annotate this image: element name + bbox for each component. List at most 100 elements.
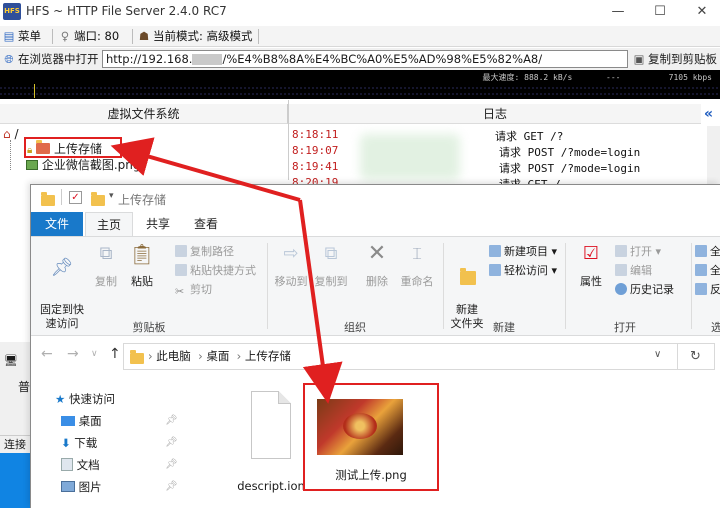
delete-icon: ✕ [367,241,387,266]
title-divider [61,189,62,205]
port-button[interactable]: ♀ 端口: 80 [58,28,119,45]
tab-file[interactable]: 文件 [31,212,83,236]
pin-icon: 📌︎ [50,257,74,278]
file-name: descript.ion [237,479,305,493]
nav-quick-access[interactable]: ★ 快速访问 [55,391,115,407]
hfs-url-bar: 🌐︎ 在浏览器中打开 http://192.168. /%E4%B8%8A%E4%B… [0,48,720,70]
pin-icon[interactable]: 📌︎ [165,459,178,470]
quick-access-dropdown-icon[interactable]: ▾ [109,191,114,201]
url-redaction [192,54,223,65]
address-dropdown-icon[interactable]: ∨ [654,349,661,360]
menu-button[interactable]: ▤ 菜单 [2,28,41,45]
graph-stats: 最大速度: 888.2 kB/s --- 7105 kbps [483,72,713,83]
desktop-icon [61,416,75,426]
cut-label: 剪切 [190,283,212,296]
select-none-icon [695,264,707,276]
rename-button[interactable]: ⌶ 重命名 [397,246,437,289]
cut-button[interactable]: ✂ 剪切 [175,283,212,298]
breadcrumb-this-pc[interactable]: 此电脑 [156,349,191,363]
history-button[interactable]: 历史记录 [615,283,674,297]
recent-dropdown-icon[interactable]: ∨ [91,349,98,359]
nav-downloads[interactable]: ⬇ 下载 [61,435,97,451]
minimize-button[interactable]: — [604,2,632,22]
scissors-icon: ✂ [175,285,185,298]
pin-icon[interactable]: 📌︎ [165,415,178,426]
explorer-title: 上传存储 [118,193,167,207]
move-to-button[interactable]: ⇨ 移动到 [273,245,309,289]
ribbon-tabs: 文件 主页 共享 查看 [31,212,720,236]
nav-documents-label: 文档 [76,458,100,472]
select-none-button[interactable]: 全 [695,264,720,278]
invert-selection-button[interactable]: 反 [695,283,720,297]
graph-peak-line [34,84,35,98]
users-icon: ☗ [138,29,150,43]
history-label: 历史记录 [630,283,674,296]
new-item-button[interactable]: 新建项目 ▾ [489,245,557,259]
file-item[interactable]: descript.ion [229,389,313,493]
nav-pictures[interactable]: 图片 [61,479,102,495]
close-button[interactable]: ✕ [688,2,716,22]
invert-selection-label: 反 [710,283,720,296]
new-folder-icon[interactable] [91,192,105,206]
port-label: 端口: 80 [74,29,120,43]
log-row: 8:18:11 请求 GET /? [289,128,700,143]
paste-label: 粘贴 [131,275,153,288]
copy-to-button[interactable]: ⧉ 复制到 [313,245,349,289]
maximize-button[interactable]: ☐ [646,2,674,22]
pin-icon[interactable]: 📌︎ [165,437,178,448]
paste-button[interactable]: 📋︎ 粘贴 [127,244,157,289]
breadcrumb-upload[interactable]: 上传存储 [245,349,291,363]
back-arrow-icon[interactable]: ← [41,346,53,362]
vfs-file-screenshot[interactable]: 企业微信截图.png [26,157,140,173]
select-all-button[interactable]: 全 [695,245,720,259]
pin-icon[interactable]: 📌︎ [165,481,178,492]
paste-shortcut-button[interactable]: 粘贴快捷方式 [175,264,256,278]
properties-check-icon[interactable]: ✓ [69,191,82,204]
hfs-toolbar: ▤ 菜单 ♀ 端口: 80 ☗ 当前模式: 高级模式 [0,26,720,47]
open-in-browser-label: 在浏览器中打开 [18,52,99,66]
tab-view[interactable]: 查看 [183,212,229,236]
ribbon-group-divider [443,243,444,329]
log-row: 8:19:41 请求 POST /?mode=login [289,160,700,175]
tab-share[interactable]: 共享 [135,212,181,236]
log-scrollbar[interactable] [707,126,720,186]
open-in-browser-button[interactable]: 🌐︎ 在浏览器中打开 [2,50,99,68]
nav-documents[interactable]: 文档 [61,457,100,473]
copy-path-button[interactable]: 复制路径 [175,245,234,259]
address-bar[interactable]: › 此电脑 › 桌面 › 上传存储 ∨ ↻ [123,343,715,370]
url-field[interactable]: http://192.168. /%E4%B8%8A%E4%BC%A0%E5%AD… [102,50,628,68]
nav-desktop[interactable]: 桌面 [61,413,102,429]
open-button[interactable]: 打开 ▾ [615,245,661,259]
edit-button[interactable]: 编辑 [615,264,652,278]
file-item-highlighted[interactable]: 测试上传.png [303,383,439,491]
copy-to-clipboard-button[interactable]: ▣ 复制到剪贴板 [632,50,717,68]
breadcrumb: › 此电脑 › 桌面 › 上传存储 [148,349,291,363]
rename-label: 重命名 [400,275,434,288]
select-none-label: 全 [710,264,720,277]
tab-home[interactable]: 主页 [85,212,133,236]
new-folder-icon [447,261,487,289]
log-collapse-icon[interactable]: « [704,104,720,124]
vfs-root-label: / [14,127,19,141]
log-message: 请求 GET /? [495,130,564,143]
easy-access-icon [489,264,501,276]
copy-button[interactable]: ⧉ 复制 [91,243,121,289]
delete-button[interactable]: ✕ 删除 [359,241,395,289]
easy-access-button[interactable]: 轻松访问 ▾ [489,264,557,278]
properties-button[interactable]: ☑ 属性 [571,245,611,289]
refresh-icon[interactable]: ↻ [677,344,713,369]
new-item-icon [489,245,501,257]
copy-icon: ⧉ [99,243,113,264]
mode-button[interactable]: ☗ 当前模式: 高级模式 [137,28,253,45]
organize-group-label: 组织 [344,321,366,334]
copy-label: 复制 [95,275,117,288]
forward-arrow-icon[interactable]: → [67,346,79,362]
new-item-label: 新建项目 [504,245,548,258]
log-time: 8:19:07 [292,144,339,157]
ribbon-group-divider [565,243,566,329]
breadcrumb-desktop[interactable]: 桌面 [206,349,229,363]
up-arrow-icon[interactable]: ↑ [109,346,121,362]
url-prefix: http://192.168. [106,52,193,66]
bandwidth-graph: 最大速度: 888.2 kB/s --- 7105 kbps [0,70,720,99]
open-label: 打开 [630,245,652,258]
